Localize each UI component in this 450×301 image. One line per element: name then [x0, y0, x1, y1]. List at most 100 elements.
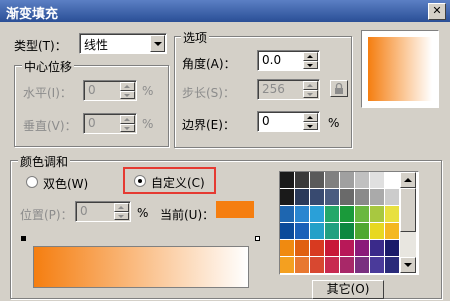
center-offset-label: 中心位移 [22, 58, 75, 75]
spin-down-icon[interactable] [303, 60, 318, 69]
palette-swatch[interactable] [340, 223, 355, 240]
palette-swatch[interactable] [370, 223, 385, 240]
spin-up-icon[interactable] [303, 81, 318, 90]
palette-swatch[interactable] [355, 240, 370, 257]
palette-swatch[interactable] [325, 189, 340, 206]
edge-spinner[interactable]: 0 [257, 111, 320, 132]
vertical-spinner[interactable]: 0 [83, 113, 137, 134]
palette-swatch[interactable] [385, 172, 400, 189]
two-color-radio[interactable] [26, 176, 38, 188]
angle-label: 角度(A)： [182, 57, 236, 71]
other-button[interactable]: 其它(O) [312, 280, 384, 299]
spin-up-icon[interactable] [120, 82, 135, 91]
position-label: 位置(P)： [20, 208, 73, 222]
palette-swatch[interactable] [280, 257, 295, 274]
custom-label[interactable]: 自定义(C) [151, 174, 205, 191]
palette-swatch[interactable] [355, 189, 370, 206]
horizontal-spinner[interactable]: 0 [83, 80, 137, 101]
chevron-down-icon[interactable] [150, 35, 165, 52]
position-spinner[interactable]: 0 [75, 201, 131, 222]
current-color-swatch[interactable] [216, 201, 254, 218]
preview-swatch [368, 37, 432, 101]
palette-swatch[interactable] [370, 172, 385, 189]
palette-swatch[interactable] [280, 223, 295, 240]
scroll-thumb[interactable] [400, 188, 416, 232]
spin-down-icon[interactable] [303, 121, 318, 130]
palette-swatch[interactable] [310, 206, 325, 223]
palette-swatch[interactable] [385, 240, 400, 257]
lock-icon [335, 82, 343, 94]
spin-down-icon[interactable] [120, 123, 135, 132]
angle-value: 0.0 [262, 53, 282, 67]
spin-down-icon[interactable] [303, 89, 318, 98]
palette-swatch[interactable] [295, 172, 310, 189]
palette-swatch[interactable] [295, 223, 310, 240]
color-palette[interactable] [279, 171, 419, 275]
custom-radio[interactable] [134, 175, 146, 187]
position-value: 0 [80, 204, 88, 218]
palette-swatch[interactable] [310, 172, 325, 189]
palette-swatch[interactable] [280, 189, 295, 206]
palette-swatch[interactable] [385, 206, 400, 223]
spin-up-icon[interactable] [114, 203, 129, 212]
current-label: 当前(U)： [160, 208, 215, 222]
palette-swatch[interactable] [325, 223, 340, 240]
palette-swatch[interactable] [355, 206, 370, 223]
palette-swatch[interactable] [310, 257, 325, 274]
edge-unit: % [328, 116, 340, 130]
spin-up-icon[interactable] [303, 113, 318, 122]
spin-down-icon[interactable] [120, 90, 135, 99]
palette-swatch[interactable] [370, 257, 385, 274]
palette-swatch[interactable] [310, 240, 325, 257]
type-value: 线性 [84, 38, 109, 52]
steps-spinner[interactable]: 256 [257, 79, 320, 100]
two-color-label[interactable]: 双色(W) [43, 175, 88, 192]
gradient-bar[interactable] [33, 246, 249, 288]
gradient-preview [361, 30, 439, 108]
scroll-down-icon[interactable] [400, 257, 416, 273]
palette-swatch[interactable] [325, 240, 340, 257]
edge-value: 0 [262, 114, 270, 128]
palette-swatch[interactable] [340, 257, 355, 274]
palette-swatch[interactable] [280, 240, 295, 257]
palette-swatch[interactable] [280, 172, 295, 189]
angle-spinner[interactable]: 0.0 [257, 50, 320, 71]
palette-swatch[interactable] [325, 257, 340, 274]
spin-up-icon[interactable] [303, 52, 318, 61]
palette-swatch[interactable] [340, 189, 355, 206]
palette-swatch[interactable] [310, 223, 325, 240]
palette-swatch[interactable] [310, 189, 325, 206]
palette-swatch[interactable] [370, 206, 385, 223]
lock-button[interactable] [330, 80, 348, 97]
palette-swatch[interactable] [280, 206, 295, 223]
spin-up-icon[interactable] [120, 115, 135, 124]
palette-swatch[interactable] [340, 206, 355, 223]
palette-swatch[interactable] [295, 240, 310, 257]
palette-swatch[interactable] [370, 189, 385, 206]
close-icon: ✕ [432, 4, 442, 17]
palette-swatch[interactable] [340, 240, 355, 257]
palette-swatch[interactable] [295, 206, 310, 223]
palette-swatch[interactable] [325, 172, 340, 189]
type-select[interactable]: 线性 [79, 33, 167, 54]
palette-swatch[interactable] [385, 223, 400, 240]
palette-swatch[interactable] [355, 257, 370, 274]
scroll-up-icon[interactable] [400, 172, 416, 188]
color-blend-label: 颜色调和 [18, 153, 71, 170]
palette-swatch[interactable] [370, 240, 385, 257]
position-unit: % [137, 206, 149, 220]
spin-down-icon[interactable] [114, 211, 129, 220]
palette-scrollbar[interactable] [400, 172, 416, 273]
palette-swatch[interactable] [295, 257, 310, 274]
gradient-end-stop[interactable] [255, 236, 260, 241]
close-button[interactable]: ✕ [428, 3, 446, 20]
gradient-start-stop[interactable] [21, 236, 26, 241]
palette-swatch[interactable] [340, 172, 355, 189]
palette-swatch[interactable] [385, 257, 400, 274]
palette-swatch[interactable] [295, 189, 310, 206]
palette-swatch[interactable] [355, 172, 370, 189]
palette-swatch[interactable] [325, 206, 340, 223]
palette-swatch[interactable] [355, 223, 370, 240]
palette-swatch[interactable] [385, 189, 400, 206]
vertical-value: 0 [88, 116, 96, 130]
